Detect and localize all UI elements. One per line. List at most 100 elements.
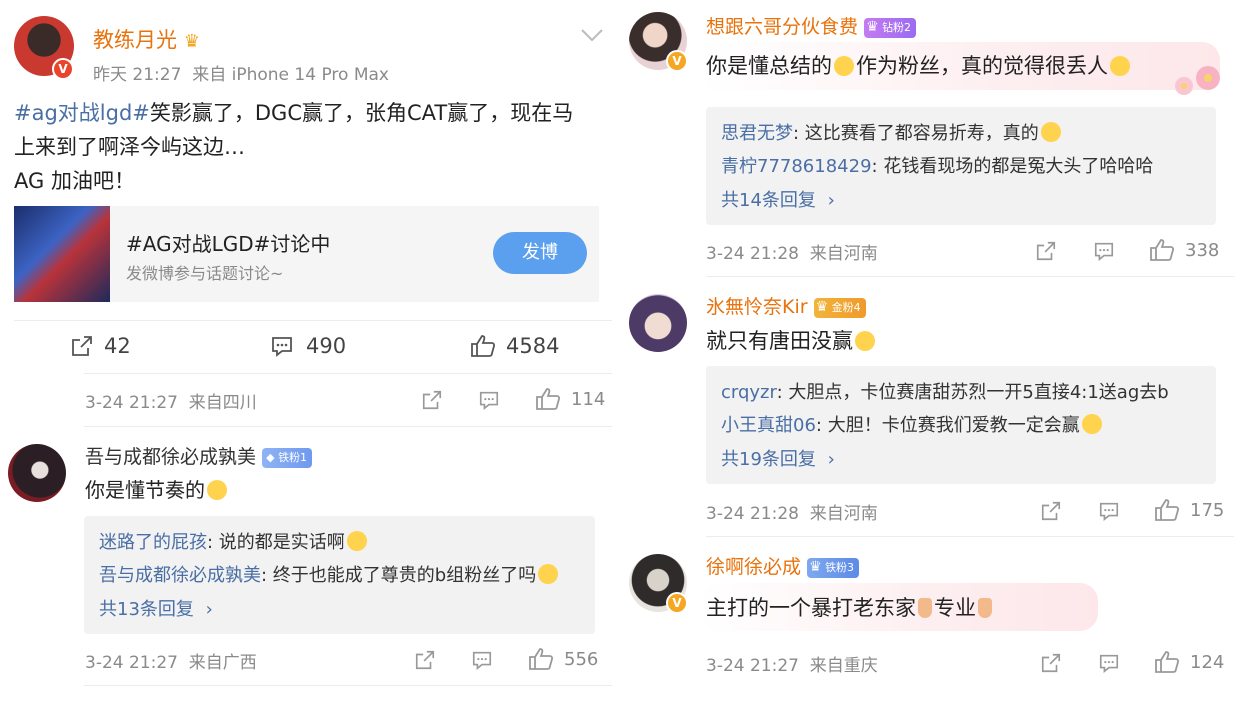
comment-author[interactable]: 吾与成都徐必成孰美 铁粉1	[85, 442, 313, 469]
comment-author-name[interactable]: 徐啊徐必成	[706, 556, 801, 578]
reply-user[interactable]: 小王真甜06	[721, 415, 816, 436]
reply-user[interactable]: 迷路了的屁孩	[99, 532, 207, 553]
reply-box[interactable]: 思君无梦: 这比赛看了都容易折寿，真的 青柠7778618429: 花钱看现场的…	[706, 107, 1216, 225]
fan-badge: 铁粉1	[262, 448, 313, 468]
more-replies-link[interactable]: 共13条回复 ›	[99, 595, 213, 621]
reply-text: : 大胆！卡位赛我们爱教一定会赢	[815, 415, 1080, 436]
more-replies-label: 共13条回复	[99, 599, 194, 620]
reply-user[interactable]: 吾与成都徐必成孰美	[99, 565, 261, 586]
share-icon[interactable]	[414, 649, 436, 671]
like-button[interactable]: 556	[528, 647, 598, 671]
comment-text: 主打的一个暴打老东家 专业	[706, 592, 994, 622]
fan-badge: 金粉4	[813, 297, 866, 318]
more-replies-label: 共14条回复	[721, 190, 816, 211]
kiss-emoji-icon	[538, 564, 559, 584]
more-replies-link[interactable]: 共19条回复 ›	[721, 445, 835, 471]
comment-text-content: 就只有唐田没赢	[706, 329, 853, 353]
like-button[interactable]: 4584	[470, 334, 559, 358]
like-button[interactable]: 338	[1149, 238, 1219, 262]
reply-text: : 说的都是实话啊	[207, 532, 345, 553]
avatar[interactable]	[629, 294, 687, 352]
reply-item[interactable]: crqyzr: 大胆点，卡位赛唐甜苏烈一开5直接4:1送ag去b	[721, 378, 1169, 404]
avatar[interactable]	[8, 444, 66, 502]
like-count: 114	[571, 388, 606, 410]
reply-item[interactable]: 思君无梦: 这比赛看了都容易折寿，真的	[721, 119, 1063, 145]
comment-author[interactable]: 徐啊徐必成 铁粉3	[706, 552, 860, 579]
post-author-name[interactable]: 教练月光	[93, 28, 177, 52]
like-button[interactable]: 114	[535, 387, 605, 411]
thumbs-up-icon	[1150, 239, 1175, 261]
comment-meta: 3-24 21:27 来自四川	[85, 388, 257, 413]
comment-location: 来自河南	[809, 504, 878, 524]
share-icon[interactable]	[421, 389, 443, 411]
comment-icon[interactable]	[471, 649, 493, 671]
reply-box[interactable]: crqyzr: 大胆点，卡位赛唐甜苏烈一开5直接4:1送ag去b 小王真甜06:…	[706, 366, 1216, 484]
share-icon[interactable]	[1040, 652, 1062, 674]
comment-author[interactable]: 想跟六哥分伙食费 钻粉2	[706, 12, 917, 39]
comment-text-content: 主打的一个暴打老东家	[706, 596, 916, 620]
comment-author[interactable]: 氷無怜奈Kir 金粉4	[706, 292, 866, 319]
comment-icon[interactable]	[478, 389, 500, 411]
share-icon[interactable]	[1035, 240, 1057, 262]
comment-icon[interactable]	[1093, 240, 1115, 262]
reply-item[interactable]: 迷路了的屁孩: 说的都是实话啊	[99, 528, 369, 554]
comment-text-content: 你是懂总结的	[706, 54, 832, 78]
comment-location: 来自广西	[188, 653, 257, 673]
thumbs-up-icon	[1155, 499, 1180, 521]
post-text-line: 上来到了啊泽今屿这边…	[14, 135, 245, 159]
comment-author-name[interactable]: 吾与成都徐必成孰美	[85, 446, 256, 468]
like-count: 556	[564, 648, 599, 670]
more-replies-link[interactable]: 共14条回复 ›	[721, 186, 835, 212]
verified-icon: V	[666, 50, 688, 72]
reply-text: : 大胆点，卡位赛唐甜苏烈一开5直接4:1送ag去b	[776, 382, 1169, 403]
reply-text: : 这比赛看了都容易折寿，真的	[793, 123, 1039, 144]
like-button[interactable]: 124	[1154, 650, 1224, 674]
comment-icon[interactable]	[1098, 652, 1120, 674]
comment-icon[interactable]	[1098, 500, 1120, 522]
sad-emoji-icon	[1110, 56, 1130, 76]
post-topic-button[interactable]: 发博	[493, 232, 587, 274]
laughing-emoji-icon	[1040, 122, 1061, 142]
scared-emoji-icon	[1081, 414, 1102, 434]
comment-time: 3-24 21:28	[706, 244, 799, 264]
share-icon[interactable]	[1040, 500, 1062, 522]
chevron-right-icon: ›	[827, 190, 835, 211]
like-count: 175	[1190, 499, 1225, 521]
reply-item[interactable]: 小王真甜06: 大胆！卡位赛我们爱教一定会赢	[721, 411, 1104, 437]
thumbs-up-icon	[536, 388, 561, 410]
post-meta: 昨天 21:27 来自 iPhone 14 Pro Max	[93, 60, 389, 85]
like-button[interactable]: 175	[1154, 498, 1224, 522]
like-count: 338	[1185, 239, 1220, 261]
comment-text-content: 作为粉丝，真的觉得很丢人	[856, 54, 1108, 78]
crying-emoji-icon	[207, 480, 227, 500]
comment-text: 你是懂节奏的	[85, 474, 229, 503]
comment-author-name[interactable]: 氷無怜奈Kir	[706, 296, 808, 318]
repost-icon	[72, 336, 92, 356]
divider	[706, 536, 1234, 537]
post-author[interactable]: 教练月光 ♛	[93, 24, 200, 54]
post-hashtag[interactable]: #ag对战lgd#	[14, 101, 150, 125]
comment-time: 3-24 21:27	[85, 393, 178, 413]
topic-card[interactable]: #AG对战LGD#讨论中 发微博参与话题讨论~ 发博	[14, 206, 599, 302]
comment-icon	[272, 337, 292, 357]
comment-button[interactable]: 490	[270, 334, 346, 358]
chevron-down-icon[interactable]	[580, 28, 604, 42]
comment-meta: 3-24 21:27 来自重庆	[706, 651, 878, 676]
comment-author-name[interactable]: 想跟六哥分伙食费	[706, 16, 858, 38]
post-source: 来自 iPhone 14 Pro Max	[192, 65, 389, 85]
thumbs-up-icon	[1155, 651, 1180, 673]
comment-location: 来自河南	[809, 244, 878, 264]
comment-location: 来自四川	[188, 393, 257, 413]
comment-meta: 3-24 21:27 来自广西	[85, 648, 257, 673]
reply-item[interactable]: 青柠7778618429: 花钱看现场的都是冤大头了哈哈哈	[721, 152, 1153, 178]
reply-item[interactable]: 吾与成都徐必成孰美: 终于也能成了尊贵的b组粉丝了吗	[99, 561, 560, 587]
reply-user[interactable]: crqyzr	[721, 382, 777, 403]
fan-badge: 铁粉3	[807, 557, 860, 578]
verified-icon: V	[52, 58, 74, 80]
more-replies-label: 共19条回复	[721, 449, 816, 470]
reply-box[interactable]: 迷路了的屁孩: 说的都是实话啊 吾与成都徐必成孰美: 终于也能成了尊贵的b组粉丝…	[84, 516, 595, 634]
like-count: 4584	[506, 334, 560, 358]
repost-button[interactable]: 42	[70, 334, 131, 358]
reply-user[interactable]: 思君无梦	[721, 123, 793, 144]
reply-user[interactable]: 青柠7778618429	[721, 156, 872, 177]
